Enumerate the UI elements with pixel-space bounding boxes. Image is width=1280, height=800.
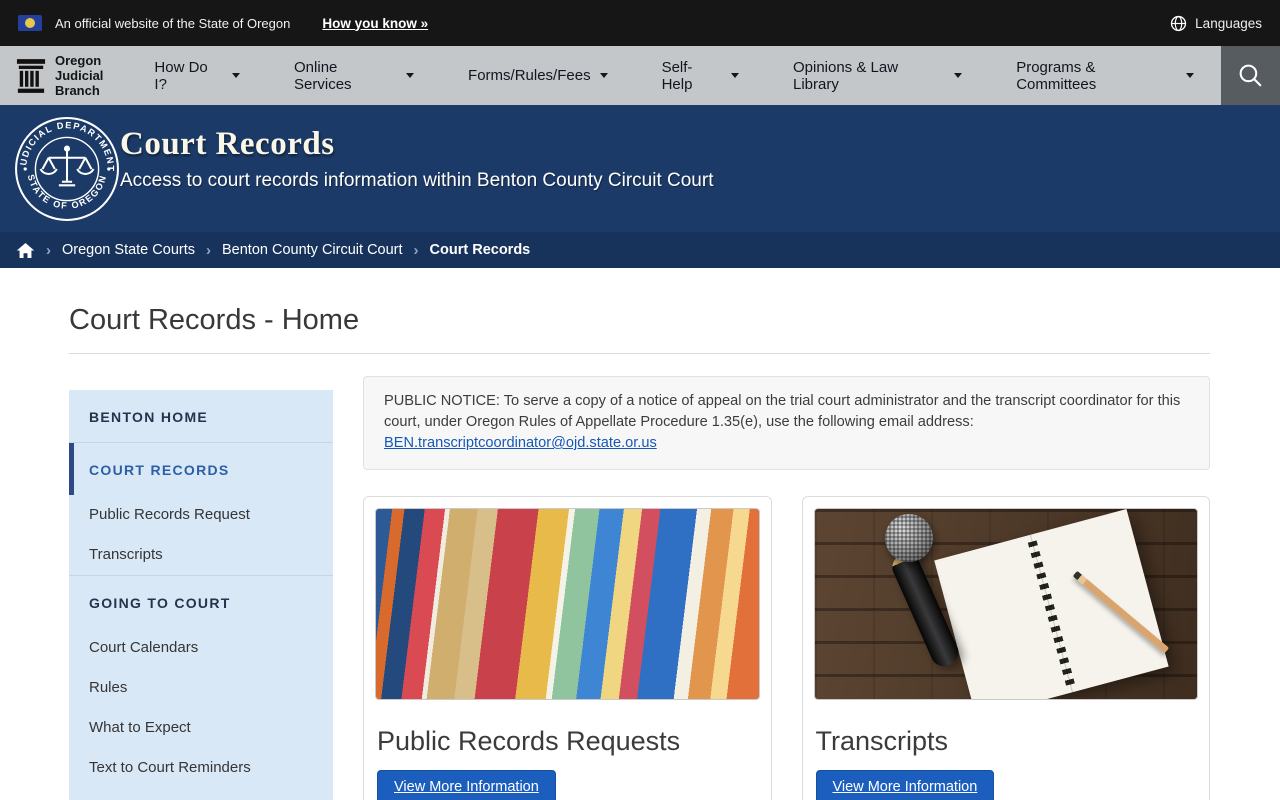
languages-label: Languages: [1195, 15, 1262, 31]
card-transcripts: Transcripts View More Information: [801, 496, 1210, 800]
breadcrumb: › Oregon State Courts › Benton County Ci…: [0, 232, 1280, 268]
official-state-bar: An official website of the State of Oreg…: [0, 0, 1280, 46]
chevron-right-icon: ›: [413, 241, 419, 259]
svg-text:JUDICIAL DEPARTMENT: JUDICIAL DEPARTMENT: [14, 116, 116, 172]
chevron-down-icon: [954, 73, 963, 78]
nav-item-online-services[interactable]: Online Services: [267, 46, 441, 105]
languages-button[interactable]: Languages: [1170, 15, 1262, 32]
nav-item-opinions-law-library[interactable]: Opinions & Law Library: [766, 46, 989, 105]
view-more-information-button[interactable]: View More Information: [815, 770, 995, 800]
page-subtitle: Access to court records information with…: [120, 170, 714, 191]
breadcrumb-current: Court Records: [429, 242, 531, 258]
sidebar-item-public-records-request[interactable]: Public Records Request: [69, 495, 333, 535]
microphone-notebook-image: [813, 508, 1198, 700]
sidebar-nav: BENTON HOME COURT RECORDS Public Records…: [69, 390, 333, 800]
chevron-down-icon: [232, 73, 241, 78]
chevron-down-icon: [1185, 73, 1194, 78]
sidebar-item-transcripts[interactable]: Transcripts: [69, 535, 333, 575]
search-icon: [1239, 64, 1262, 87]
judicial-department-seal: JUDICIAL DEPARTMENT STATE OF OREGON: [14, 116, 119, 221]
ojb-logo[interactable]: Oregon Judicial Branch: [0, 46, 117, 105]
card-public-records-requests: Public Records Requests View More Inform…: [363, 496, 772, 800]
page-banner: JUDICIAL DEPARTMENT STATE OF OREGON Cour…: [0, 105, 1280, 232]
sidebar-item-going-to-court[interactable]: GOING TO COURT: [69, 576, 333, 628]
heading-divider: [69, 353, 1210, 354]
sidebar-item-benton-home[interactable]: BENTON HOME: [69, 390, 333, 442]
nav-item-programs-committees[interactable]: Programs & Committees: [989, 46, 1220, 105]
nav-item-self-help[interactable]: Self-Help: [635, 46, 766, 105]
home-icon[interactable]: [16, 242, 35, 259]
nav-menu: How Do I? Online Services Forms/Rules/Fe…: [127, 46, 1220, 105]
nav-item-how-do-i[interactable]: How Do I?: [127, 46, 267, 105]
official-website-text: An official website of the State of Oreg…: [55, 15, 291, 31]
oregon-flag-icon: [18, 15, 42, 31]
sidebar-item-text-reminders[interactable]: Text to Court Reminders: [69, 748, 333, 788]
sidebar-item-rules[interactable]: Rules: [69, 668, 333, 708]
card-title: Public Records Requests: [377, 726, 681, 756]
chevron-right-icon: ›: [206, 241, 211, 259]
chevron-down-icon: [599, 73, 608, 78]
card-title: Transcripts: [815, 726, 949, 756]
sidebar-item-court-calendars[interactable]: Court Calendars: [69, 628, 333, 668]
public-notice-box: PUBLIC NOTICE: To serve a copy of a noti…: [363, 376, 1210, 470]
sidebar-item-court-records[interactable]: COURT RECORDS: [69, 443, 333, 495]
ojb-logo-text: Oregon Judicial Branch: [55, 52, 104, 99]
globe-icon: [1171, 15, 1187, 31]
main-navbar: Oregon Judicial Branch How Do I? Online …: [0, 46, 1280, 105]
public-notice-text: PUBLIC NOTICE: To serve a copy of a noti…: [384, 393, 1181, 430]
how-you-know-link[interactable]: How you know »: [322, 16, 428, 31]
transcript-coordinator-email-link[interactable]: BEN.transcriptcoordinator@ojd.state.or.u…: [384, 435, 657, 451]
content-heading: Court Records - Home: [69, 304, 360, 336]
sidebar-item-judge-demarest[interactable]: Judge Joan E. Demarest: [69, 788, 333, 800]
notebook-graphic: [934, 509, 1169, 699]
scales-of-justice-icon: [39, 145, 95, 187]
chevron-down-icon: [406, 73, 415, 78]
microphone-head-graphic: [884, 514, 933, 562]
folders-image: [375, 508, 760, 700]
view-more-information-button[interactable]: View More Information: [377, 770, 556, 800]
breadcrumb-benton-county[interactable]: Benton County Circuit Court: [222, 242, 403, 258]
breadcrumb-oregon-state-courts[interactable]: Oregon State Courts: [62, 242, 195, 258]
chevron-right-icon: ›: [46, 241, 51, 259]
sidebar-item-what-to-expect[interactable]: What to Expect: [69, 708, 333, 748]
page-title: Court Records: [120, 126, 335, 162]
pillar-icon: [16, 58, 46, 93]
nav-item-forms-rules-fees[interactable]: Forms/Rules/Fees: [441, 46, 635, 105]
search-button[interactable]: [1220, 46, 1280, 105]
chevron-down-icon: [730, 73, 739, 78]
